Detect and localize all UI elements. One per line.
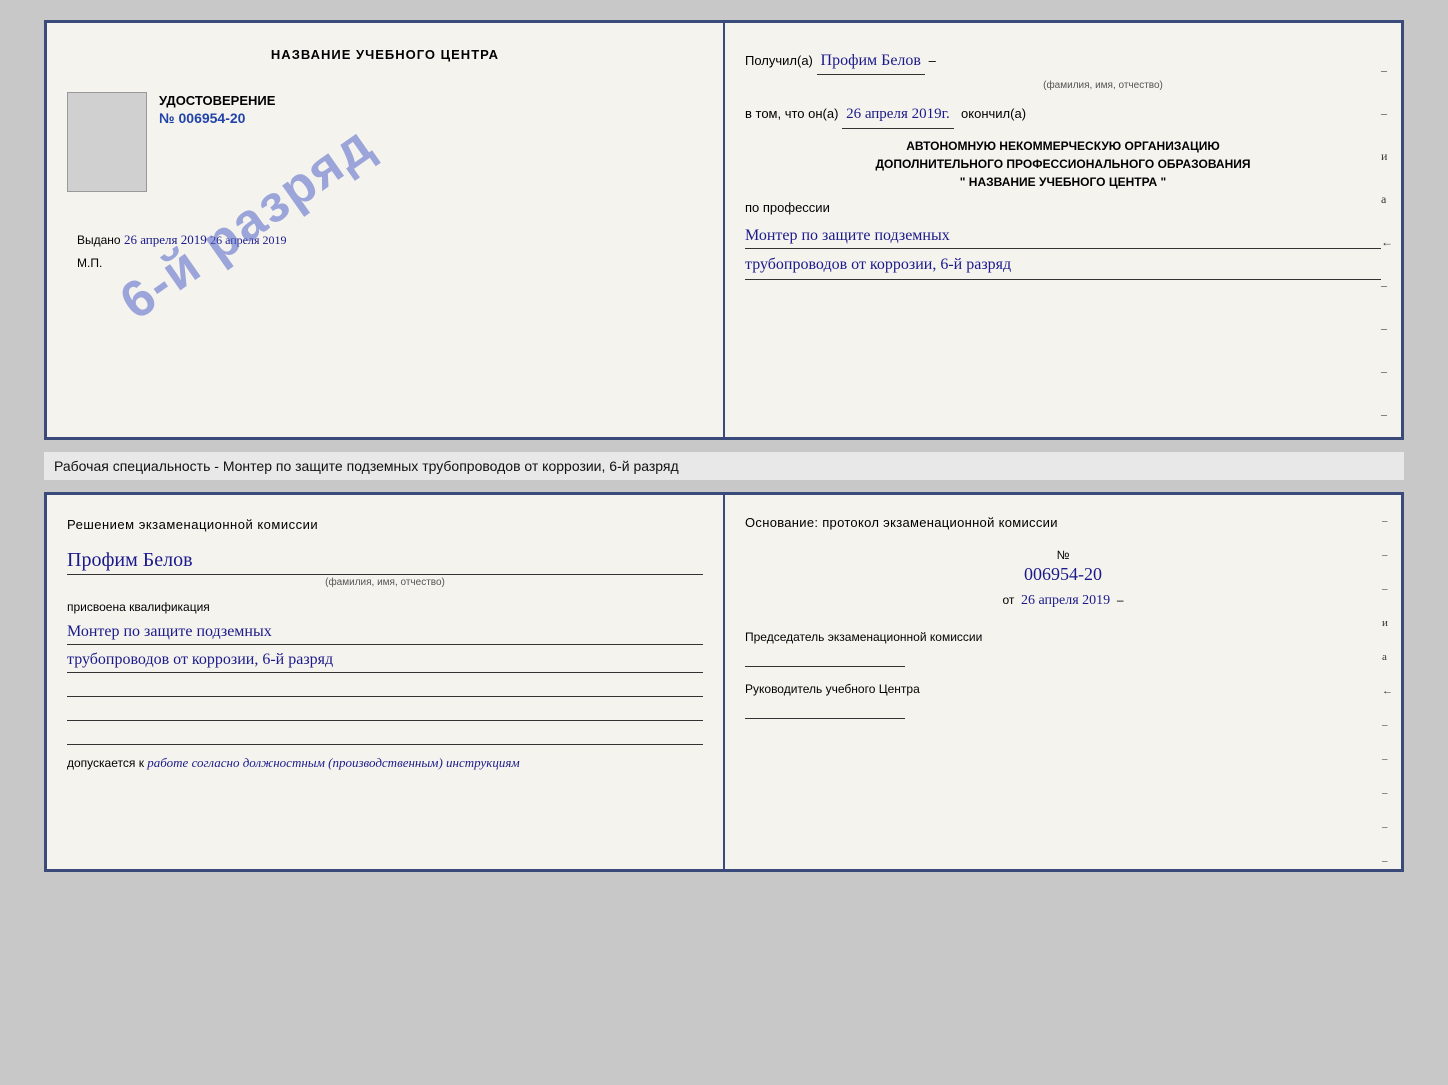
blank-line-1 [67, 679, 703, 697]
cert-issued: Выдано 26 апреля 2019 26 апреля 2019 [77, 232, 703, 248]
protocol-value: 006954-20 [745, 564, 1381, 585]
cert-left-half: НАЗВАНИЕ УЧЕБНОГО ЦЕНТРА 6-й разряд УДОС… [44, 20, 724, 440]
protocol-label: № [1057, 548, 1070, 562]
director-signature-line [745, 718, 905, 719]
cert-right-half: Получил(а) Профим Белов – (фамилия, имя,… [724, 20, 1404, 440]
cert-number: № 006954-20 [159, 110, 703, 126]
cert-photo [67, 92, 147, 192]
right-margin-chars-bottom: – – – и а ← – – – – – [1382, 515, 1393, 867]
right-margin-chars: – – и а ← – – – – [1381, 63, 1393, 422]
section-title: Решением экзаменационной комиссии [67, 515, 703, 535]
in-that-label: в том, что он(а) [745, 103, 838, 125]
completion-date: 26 апреля 2019г. [842, 102, 954, 129]
cert-text-block: УДОСТОВЕРЕНИЕ № 006954-20 [159, 92, 703, 126]
chairman-signature-line [745, 666, 905, 667]
received-line: Получил(а) Профим Белов – [745, 47, 1381, 75]
chairman-block: Председатель экзаменационной комиссии [745, 629, 1381, 667]
chairman-label: Председатель экзаменационной комиссии [745, 629, 1381, 646]
issued-date-val: 26 апреля 2019 [210, 233, 286, 247]
org-block: АВТОНОМНУЮ НЕКОММЕРЧЕСКУЮ ОРГАНИЗАЦИЮ ДО… [745, 137, 1381, 191]
right-content: Получил(а) Профим Белов – (фамилия, имя,… [745, 47, 1381, 280]
section-title-text: Решением экзаменационной комиссии [67, 517, 318, 532]
bottom-name-sublabel: (фамилия, имя, отчество) [67, 577, 703, 588]
admit-handwritten: работе согласно должностным (производств… [147, 755, 519, 770]
recipient-name: Профим Белов [817, 47, 925, 75]
org-line3: " НАЗВАНИЕ УЧЕБНОГО ЦЕНТРА " [745, 173, 1381, 191]
qual-line2: трубопроводов от коррозии, 6-й разряд [67, 648, 703, 673]
blank-line-3 [67, 727, 703, 745]
org-line1: АВТОНОМНУЮ НЕКОММЕРЧЕСКУЮ ОРГАНИЗАЦИЮ [745, 137, 1381, 155]
cert-title: НАЗВАНИЕ УЧЕБНОГО ЦЕНТРА [67, 47, 703, 62]
bottom-left: Решением экзаменационной комиссии Профим… [47, 495, 724, 869]
issued-date: 26 апреля 2019 [124, 232, 207, 247]
bottom-document: Решением экзаменационной комиссии Профим… [44, 492, 1404, 872]
basis-title: Основание: протокол экзаменационной коми… [745, 515, 1381, 530]
qual-line1: Монтер по защите подземных [67, 620, 703, 645]
date-line: в том, что он(а) 26 апреля 2019г. окончи… [745, 102, 1381, 129]
dash-after-date: – [1117, 593, 1124, 607]
issued-label: Выдано [77, 233, 121, 247]
cert-body: УДОСТОВЕРЕНИЕ № 006954-20 [67, 92, 703, 192]
received-label: Получил(а) [745, 50, 813, 72]
admit-text: допускается к работе согласно должностны… [67, 755, 703, 771]
protocol-date-value: 26 апреля 2019 [1021, 593, 1110, 608]
info-strip: Рабочая специальность - Монтер по защите… [44, 452, 1404, 480]
assigned-label: присвоена квалификация [67, 600, 703, 614]
top-document-row: НАЗВАНИЕ УЧЕБНОГО ЦЕНТРА 6-й разряд УДОС… [44, 20, 1404, 440]
admit-label: допускается к [67, 756, 144, 770]
profession-line1: Монтер по защите подземных [745, 223, 1381, 250]
blank-line-2 [67, 703, 703, 721]
profession-line2: трубопроводов от коррозии, 6-й разряд [745, 251, 1381, 279]
bottom-right: Основание: протокол экзаменационной коми… [724, 495, 1401, 869]
director-label: Руководитель учебного Центра [745, 681, 1381, 698]
finished-label: окончил(а) [961, 103, 1026, 125]
org-line2: ДОПОЛНИТЕЛЬНОГО ПРОФЕССИОНАЛЬНОГО ОБРАЗО… [745, 155, 1381, 173]
mp-label: М.П. [77, 256, 703, 270]
protocol-block: № 006954-20 [745, 546, 1381, 585]
dash1: – [929, 50, 936, 72]
bottom-name: Профим Белов [67, 549, 703, 575]
cert-subtitle: УДОСТОВЕРЕНИЕ [159, 92, 703, 110]
name-sublabel-top: (фамилия, имя, отчество) [825, 77, 1381, 94]
protocol-date: от 26 апреля 2019 – [745, 593, 1381, 609]
profession-label: по профессии [745, 197, 1381, 219]
date-prefix: от [1002, 593, 1014, 607]
